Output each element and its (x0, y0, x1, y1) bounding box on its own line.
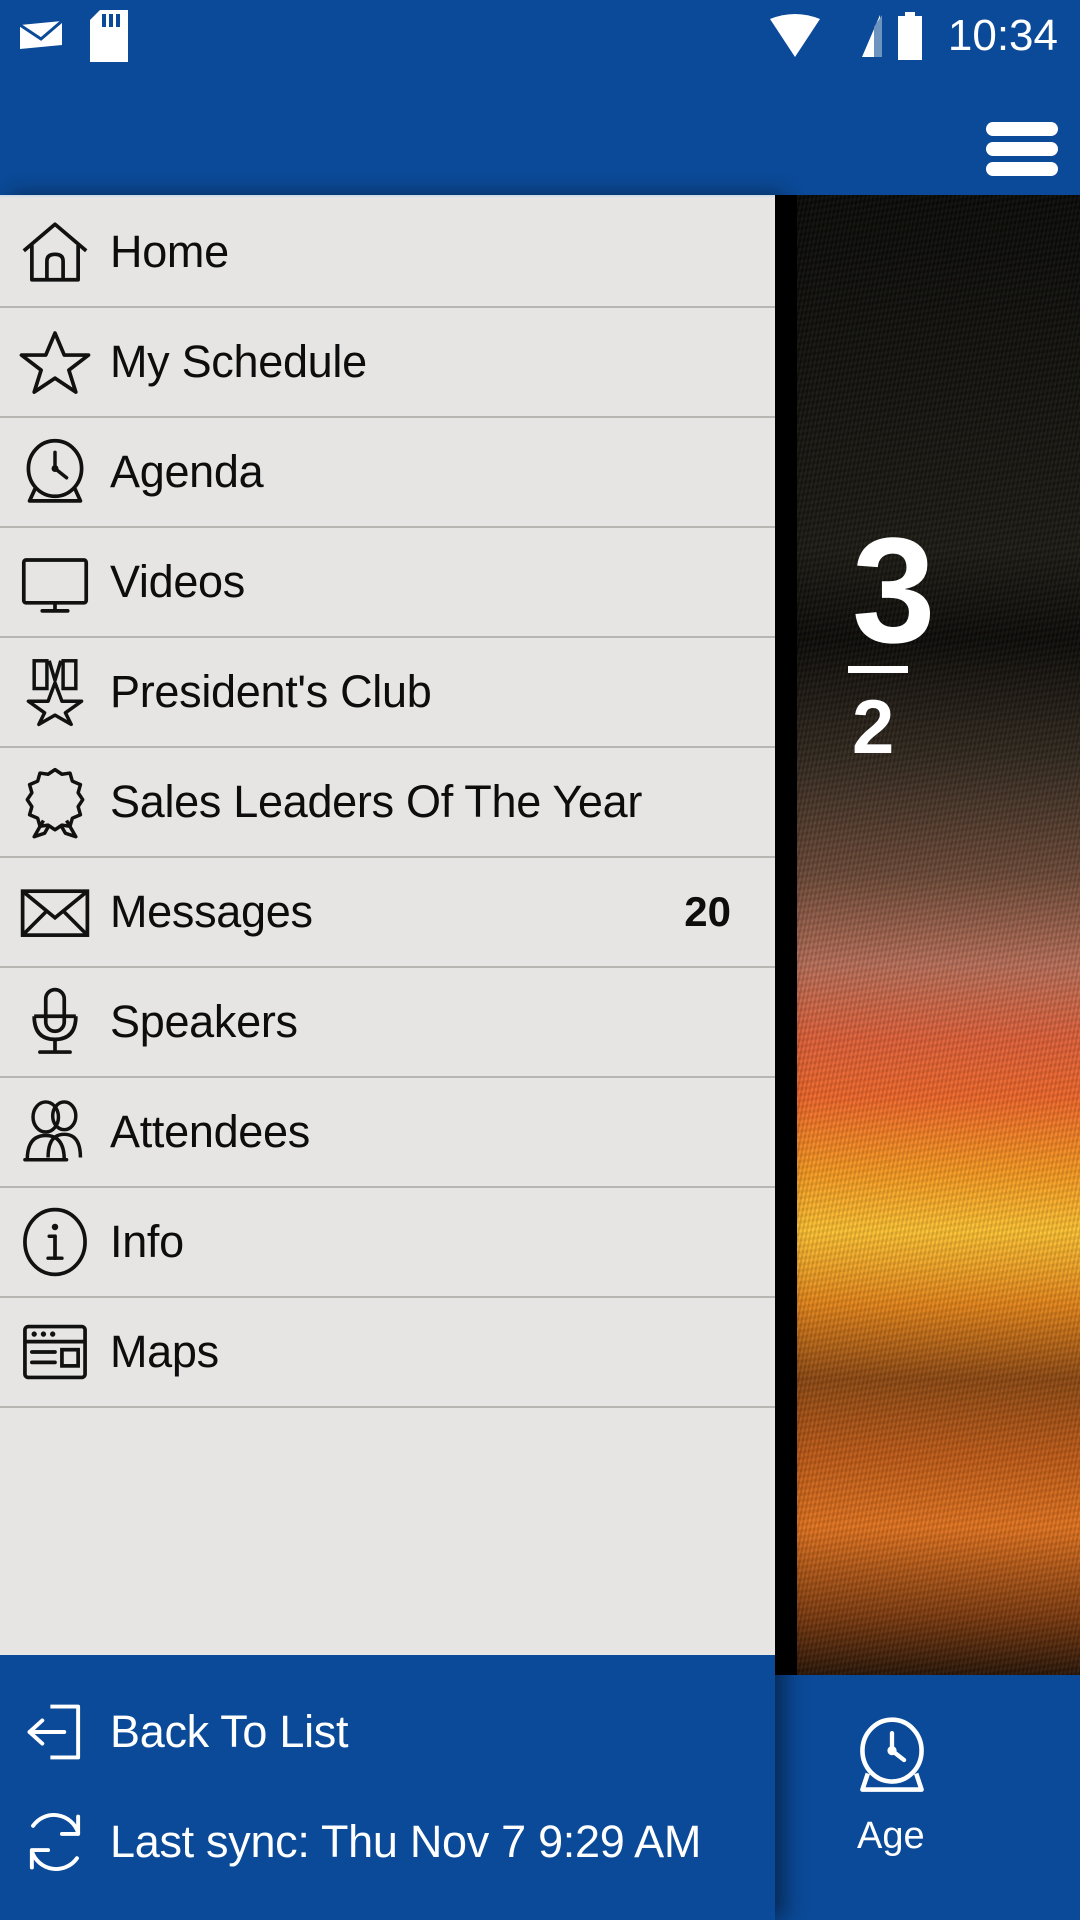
drawer-item-home[interactable]: Home (0, 198, 775, 308)
hamburger-bar-2 (986, 142, 1058, 156)
hero-photo-left-band (775, 195, 797, 1675)
clock-icon (0, 435, 110, 509)
status-bar-left-icons (18, 10, 128, 62)
drawer-item-info[interactable]: Info (0, 1188, 775, 1298)
back-to-list-label: Back To List (110, 1706, 349, 1757)
drawer-item-label: Speakers (110, 996, 298, 1047)
hamburger-menu-icon[interactable] (986, 118, 1058, 180)
monitor-icon (0, 545, 110, 619)
drawer-item-label: Agenda (110, 446, 264, 497)
last-sync-label: Last sync: Thu Nov 7 9:29 AM (110, 1816, 702, 1867)
microphone-icon (0, 985, 110, 1059)
drawer-item-messages[interactable]: Messages 20 (0, 858, 775, 968)
drawer-item-label: Messages (110, 886, 313, 937)
star-icon (0, 325, 110, 399)
info-circle-icon (0, 1205, 110, 1279)
drawer-item-presidents-club[interactable]: President's Club (0, 638, 775, 748)
status-badge: 20 (684, 888, 731, 935)
drawer-item-label: Maps (110, 1326, 219, 1377)
drawer-item-label: Info (110, 1216, 184, 1267)
drawer-item-agenda[interactable]: Agenda (0, 418, 775, 528)
drawer-item-sales-leaders[interactable]: Sales Leaders Of The Year (0, 748, 775, 858)
bottom-tab-bar: Age (775, 1675, 1080, 1920)
drawer-item-attendees[interactable]: Attendees (0, 1078, 775, 1188)
last-sync-row[interactable]: Last sync: Thu Nov 7 9:29 AM (0, 1787, 775, 1897)
sd-card-icon (90, 10, 128, 62)
battery-icon (896, 12, 924, 60)
envelope-icon (0, 875, 110, 949)
drawer-item-label: Videos (110, 556, 245, 607)
status-bar-clock: 10:34 (947, 11, 1058, 60)
mail-icon (18, 19, 64, 53)
drawer-item-label: Attendees (110, 1106, 310, 1157)
drawer-item-label: President's Club (110, 666, 432, 717)
drawer-item-label: My Schedule (110, 336, 367, 387)
exit-arrow-icon (0, 1695, 110, 1769)
people-icon (0, 1095, 110, 1169)
clock-icon (849, 1713, 935, 1799)
navigation-drawer: Home My Schedule Agenda Videos President… (0, 195, 775, 1920)
tab-agenda-label: Age (857, 1815, 925, 1857)
drawer-footer: Back To List Last sync: Thu Nov 7 9:29 A… (0, 1655, 775, 1920)
hamburger-bar-1 (986, 122, 1058, 136)
award-ribbon-icon (0, 765, 110, 839)
home-icon (0, 215, 110, 289)
hamburger-bar-3 (986, 162, 1058, 176)
drawer-item-speakers[interactable]: Speakers (0, 968, 775, 1078)
back-to-list-button[interactable]: Back To List (0, 1677, 775, 1787)
refresh-sync-icon (0, 1805, 110, 1879)
status-bar: 10:34 (0, 0, 1080, 72)
drawer-item-videos[interactable]: Videos (0, 528, 775, 638)
map-window-icon (0, 1315, 110, 1389)
wifi-icon (768, 13, 822, 59)
drawer-menu-list[interactable]: Home My Schedule Agenda Videos President… (0, 198, 775, 1658)
hero-background-photo (775, 195, 1080, 1675)
hero-number-secondary: 2 (852, 685, 895, 770)
drawer-item-label: Sales Leaders Of The Year (110, 776, 643, 827)
cellular-signal-icon (834, 13, 884, 59)
status-bar-right-icons: 10:34 (768, 11, 1058, 61)
drawer-item-label: Home (110, 226, 229, 277)
hero-divider-rule (848, 666, 908, 673)
hero-number-primary: 3 (852, 506, 935, 674)
tab-agenda[interactable]: Age (817, 1713, 1067, 1858)
drawer-item-maps[interactable]: Maps (0, 1298, 775, 1408)
medal-icon (0, 655, 110, 729)
drawer-item-my-schedule[interactable]: My Schedule (0, 308, 775, 418)
